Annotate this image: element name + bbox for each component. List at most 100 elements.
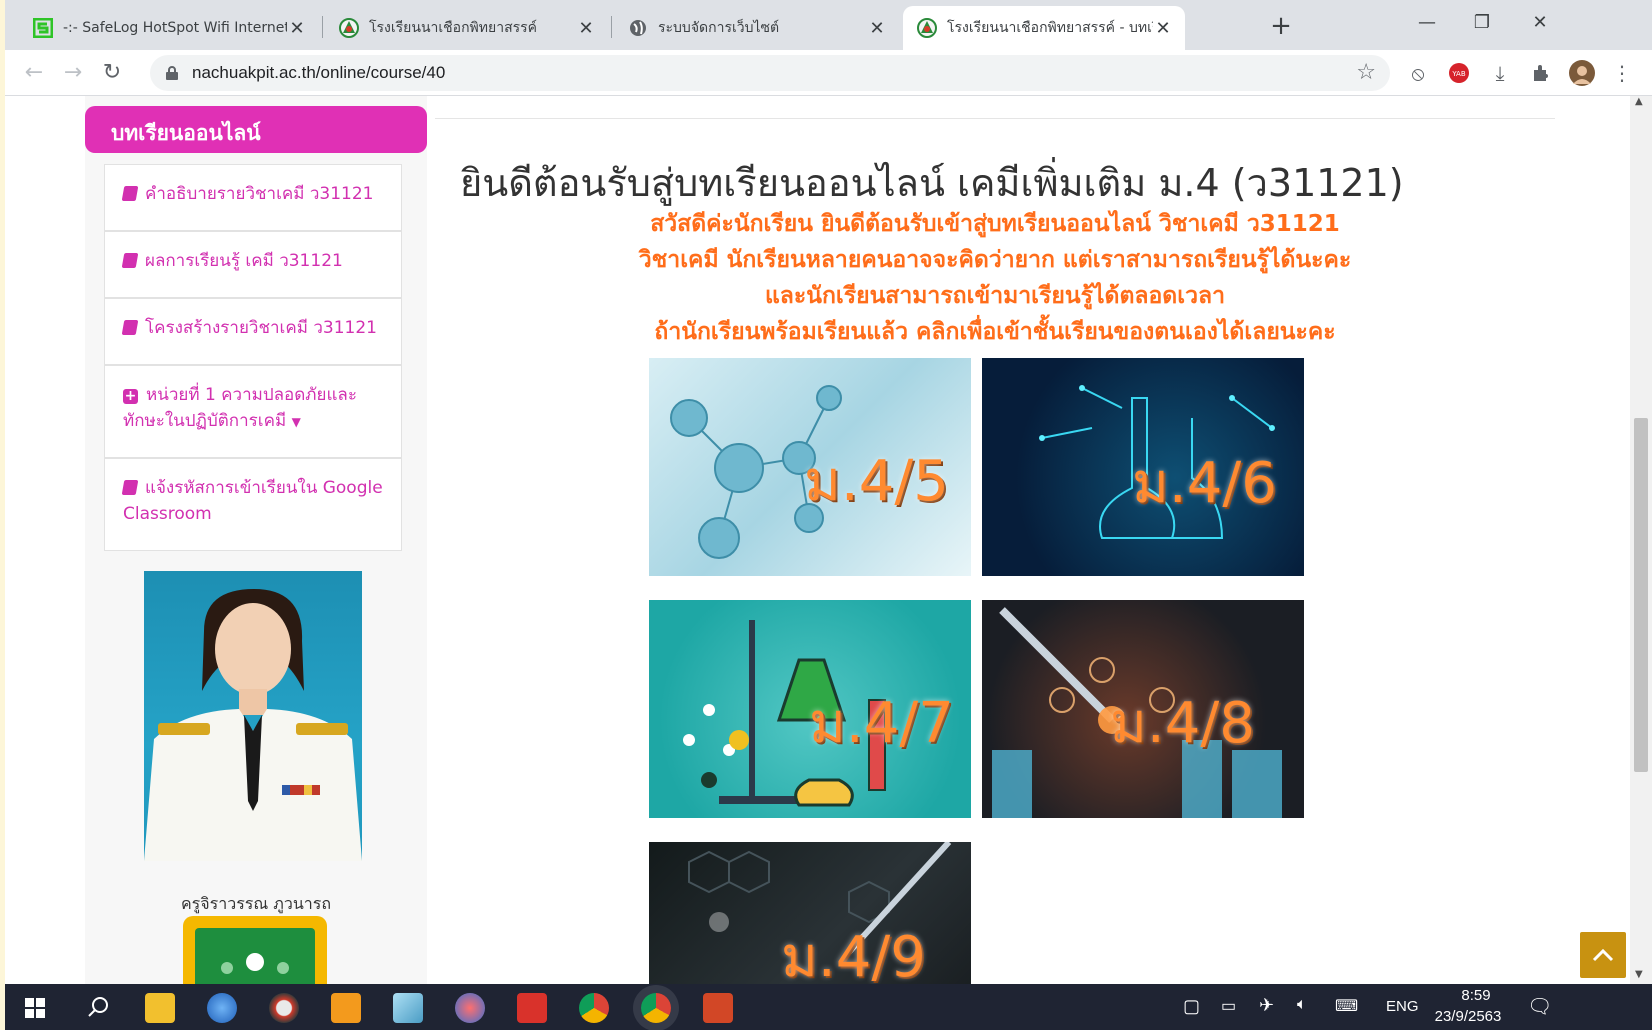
reload-icon[interactable]: ↻	[99, 60, 125, 86]
powerpoint-icon[interactable]	[703, 993, 733, 1023]
restore-icon[interactable]: ❐	[1457, 8, 1507, 38]
chrome-icon[interactable]	[579, 993, 609, 1023]
teacher-photo	[144, 571, 362, 861]
school-logo-icon	[339, 18, 359, 38]
meet-now-icon[interactable]: ▢	[1183, 996, 1200, 1017]
sidebar-item-unit-1-dropdown[interactable]: + หน่วยที่ 1 ความปลอดภัยและทักษะในปฏิบัติ…	[104, 365, 402, 458]
class-card-m4-8[interactable]: ม.4/8	[982, 600, 1304, 818]
divider	[435, 118, 1555, 119]
sidebar-item-course-description[interactable]: คำอธิบายรายวิชาเคมี ว31121	[104, 164, 402, 231]
scroll-up-arrow[interactable]: ▲	[1635, 96, 1643, 107]
pen-editor-icon[interactable]	[331, 993, 361, 1023]
language-indicator[interactable]: ENG	[1386, 998, 1419, 1015]
close-icon[interactable]: ✕	[1153, 18, 1173, 39]
windows-start-icon[interactable]	[25, 998, 45, 1018]
photoscape-icon[interactable]	[269, 993, 299, 1023]
tab-course-active[interactable]: โรงเรียนนาเชือกพิทยาสรรค์ - บทเรียนออ ✕	[903, 6, 1185, 50]
class-label: ม.4/5	[804, 449, 949, 514]
sidebar-item-label: แจ้งรหัสการเข้าเรียนใน Google Classroom	[123, 478, 383, 524]
clock-date[interactable]: 23/9/2563	[1425, 1008, 1511, 1025]
chrome-active-icon[interactable]	[641, 993, 671, 1023]
search-icon[interactable]	[87, 996, 109, 1018]
school-logo-icon	[917, 18, 937, 38]
scroll-down-arrow[interactable]: ▼	[1635, 969, 1643, 980]
google-classroom-logo[interactable]	[183, 916, 327, 984]
globe-app-icon[interactable]	[207, 993, 237, 1023]
plus-square-icon: +	[123, 388, 138, 404]
greeting-line: วิชาเคมี นักเรียนหลายคนอาจจะคิดว่ายาก แต…	[638, 247, 1352, 273]
book-icon	[121, 186, 139, 201]
sidebar-item-label: โครงสร้างรายวิชาเคมี ว31121	[145, 318, 377, 338]
extensions-puzzle-icon[interactable]	[1528, 60, 1554, 86]
svg-text:YAB: YAB	[1451, 70, 1466, 78]
sidebar-menu: คำอธิบายรายวิชาเคมี ว31121 ผลการเรียนรู้…	[104, 164, 402, 551]
sidebar-item-google-classroom-code[interactable]: แจ้งรหัสการเข้าเรียนใน Google Classroom	[104, 458, 402, 551]
tab-safelog[interactable]: -:- SafeLog HotSpot Wifi Internet ✕	[19, 6, 319, 50]
back-icon[interactable]: ←	[21, 60, 47, 86]
close-icon[interactable]: ✕	[576, 18, 596, 39]
profile-avatar-icon[interactable]	[1569, 60, 1595, 86]
download-icon[interactable]: ⤓	[1487, 60, 1513, 86]
tab-school[interactable]: โรงเรียนนาเชือกพิทยาสรรค์ ✕	[325, 6, 608, 50]
class-card-m4-9[interactable]: ม.4/9	[649, 842, 971, 984]
file-explorer-icon[interactable]	[145, 993, 175, 1023]
class-card-m4-5[interactable]: ม.4/5	[649, 358, 971, 576]
sidebar-heading: บทเรียนออนไลน์	[85, 106, 427, 153]
greeting-line: สวัสดีค่ะนักเรียน ยินดีต้อนรับเข้าสู่บทเ…	[650, 211, 1340, 237]
class-label: ม.4/6	[1132, 451, 1277, 516]
sidebar-item-label: หน่วยที่ 1 ความปลอดภัยและทักษะในปฏิบัติก…	[123, 385, 357, 431]
clock-time[interactable]: 8:59	[1445, 987, 1507, 1004]
book-icon	[121, 320, 139, 335]
class-label: ม.4/9	[781, 925, 926, 984]
class-card-m4-6[interactable]: ม.4/6	[982, 358, 1304, 576]
windows-taskbar: ▢ ▭ ✈ 🔈︎ ⌨ ENG 8:59 23/9/2563 🗨︎	[5, 984, 1652, 1030]
bookmark-star-icon[interactable]: ☆	[1356, 60, 1376, 85]
close-window-icon[interactable]: ✕	[1515, 8, 1565, 38]
airplane-mode-icon[interactable]: ✈	[1259, 995, 1274, 1016]
scroll-to-top-button[interactable]	[1580, 932, 1626, 978]
caret-down-icon: ▼	[291, 415, 301, 429]
keyboard-icon[interactable]: ⌨	[1335, 996, 1358, 1016]
close-icon[interactable]: ✕	[287, 18, 307, 39]
battery-icon[interactable]: ▭	[1221, 996, 1236, 1016]
notification-icon[interactable]: 🗨︎	[1527, 994, 1552, 1019]
tab-title: โรงเรียนนาเชือกพิทยาสรรค์	[369, 20, 538, 36]
scroll-thumb[interactable]	[1634, 418, 1648, 772]
forward-icon[interactable]: →	[60, 60, 86, 86]
class-label: ม.4/7	[809, 691, 954, 756]
new-tab-button[interactable]: +	[1267, 12, 1295, 40]
volume-icon[interactable]: 🔈︎	[1297, 996, 1307, 1014]
sidebar-item-learning-outcomes[interactable]: ผลการเรียนรู้ เคมี ว31121	[104, 231, 402, 298]
greeting-line: และนักเรียนสามารถเข้ามาเรียนรู้ได้ตลอดเว…	[764, 283, 1226, 309]
class-label: ม.4/8	[1110, 691, 1255, 756]
url-text: nachuakpit.ac.th/online/course/40	[192, 63, 446, 82]
minimize-icon[interactable]: —	[1402, 8, 1452, 38]
close-icon[interactable]: ✕	[867, 18, 887, 39]
chevron-up-icon	[1592, 948, 1614, 962]
tab-title: ระบบจัดการเว็บไซต์	[658, 20, 780, 36]
book-icon	[121, 480, 139, 495]
adblock-extension-icon[interactable]: YAB	[1446, 60, 1472, 86]
notebook-app-icon[interactable]	[393, 993, 423, 1023]
safelog-icon	[33, 18, 53, 38]
greeting-text: สวัสดีค่ะนักเรียน ยินดีต้อนรับเข้าสู่บทเ…	[585, 206, 1405, 350]
browser-menu-icon[interactable]: ⋮	[1609, 60, 1635, 86]
class-card-m4-7[interactable]: ม.4/7	[649, 600, 971, 818]
pdf-reader-icon[interactable]	[517, 993, 547, 1023]
tab-title: โรงเรียนนาเชือกพิทยาสรรค์ - บทเรียนออ	[947, 20, 1153, 36]
page-title: ยินดีต้อนรับสู่บทเรียนออนไลน์ เคมีเพิ่มเ…	[460, 161, 1404, 205]
tab-title: -:- SafeLog HotSpot Wifi Internet	[63, 20, 287, 36]
web-page: บทเรียนออนไลน์ คำอธิบายรายวิชาเคมี ว3112…	[5, 96, 1635, 984]
greeting-line: ถ้านักเรียนพร้อมเรียนแล้ว คลิกเพื่อเข้าช…	[654, 319, 1336, 345]
snipping-tool-icon[interactable]	[455, 993, 485, 1023]
sidebar: บทเรียนออนไลน์ คำอธิบายรายวิชาเคมี ว3112…	[85, 96, 427, 984]
lock-icon	[166, 66, 178, 80]
page-scrollbar[interactable]: ▲ ▼	[1630, 96, 1652, 984]
tab-site-admin[interactable]: ระบบจัดการเว็บไซต์ ✕	[614, 6, 899, 50]
address-bar[interactable]: nachuakpit.ac.th/online/course/40 ☆	[150, 55, 1390, 91]
tab-strip: -:- SafeLog HotSpot Wifi Internet ✕ โรงเ…	[5, 0, 1652, 50]
book-icon	[121, 253, 139, 268]
sidebar-item-course-structure[interactable]: โครงสร้างรายวิชาเคมี ว31121	[104, 298, 402, 365]
block-icon[interactable]: ⦸	[1405, 60, 1431, 86]
browser-toolbar: ← → ↻ nachuakpit.ac.th/online/course/40 …	[5, 50, 1652, 96]
